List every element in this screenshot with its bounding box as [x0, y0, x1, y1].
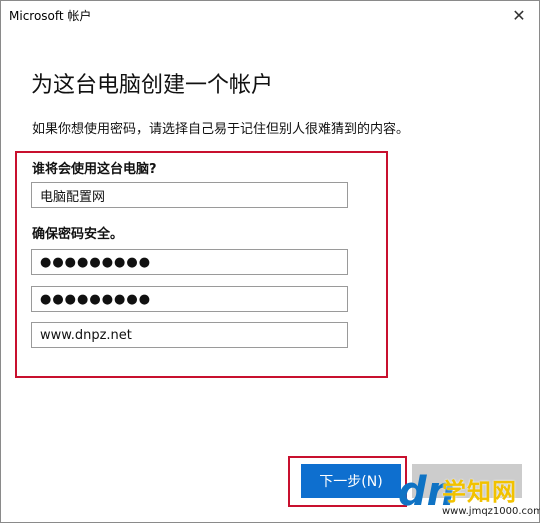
confirm-password-field[interactable]: ●●●●●●●●● [31, 286, 348, 312]
password-section-label: 确保密码安全。 [32, 227, 124, 242]
password-mask: ●●●●●●●●● [40, 254, 152, 270]
window-title: Microsoft 帐户 [9, 9, 92, 23]
password-field[interactable]: ●●●●●●●●● [31, 249, 348, 275]
username-field[interactable]: 电脑配置网 [31, 182, 348, 208]
username-value: 电脑配置网 [40, 189, 106, 205]
watermark-url: www.jmqz1000.com [442, 506, 540, 517]
watermark-site-name: 学知网 [442, 478, 517, 506]
confirm-password-mask: ●●●●●●●●● [40, 291, 152, 307]
password-hint-value: www.dnpz.net [40, 327, 132, 343]
next-button-label: 下一步(N) [319, 474, 383, 490]
account-window: Microsoft 帐户 ✕ 为这台电脑创建一个帐户 如果你想使用密码，请选择自… [0, 0, 540, 523]
page-title: 为这台电脑创建一个帐户 [31, 73, 274, 98]
username-label: 谁将会使用这台电脑? [32, 162, 157, 177]
close-button[interactable]: ✕ [499, 1, 539, 29]
close-icon: ✕ [512, 5, 526, 25]
page-description: 如果你想使用密码，请选择自己易于记住但别人很难猜到的内容。 [32, 122, 410, 137]
title-bar: Microsoft 帐户 ✕ [1, 1, 539, 29]
site-watermark: dn 学知网 www.jmqz1000.com [398, 470, 540, 523]
password-hint-field[interactable]: www.dnpz.net [31, 322, 348, 348]
next-button[interactable]: 下一步(N) [301, 464, 401, 498]
